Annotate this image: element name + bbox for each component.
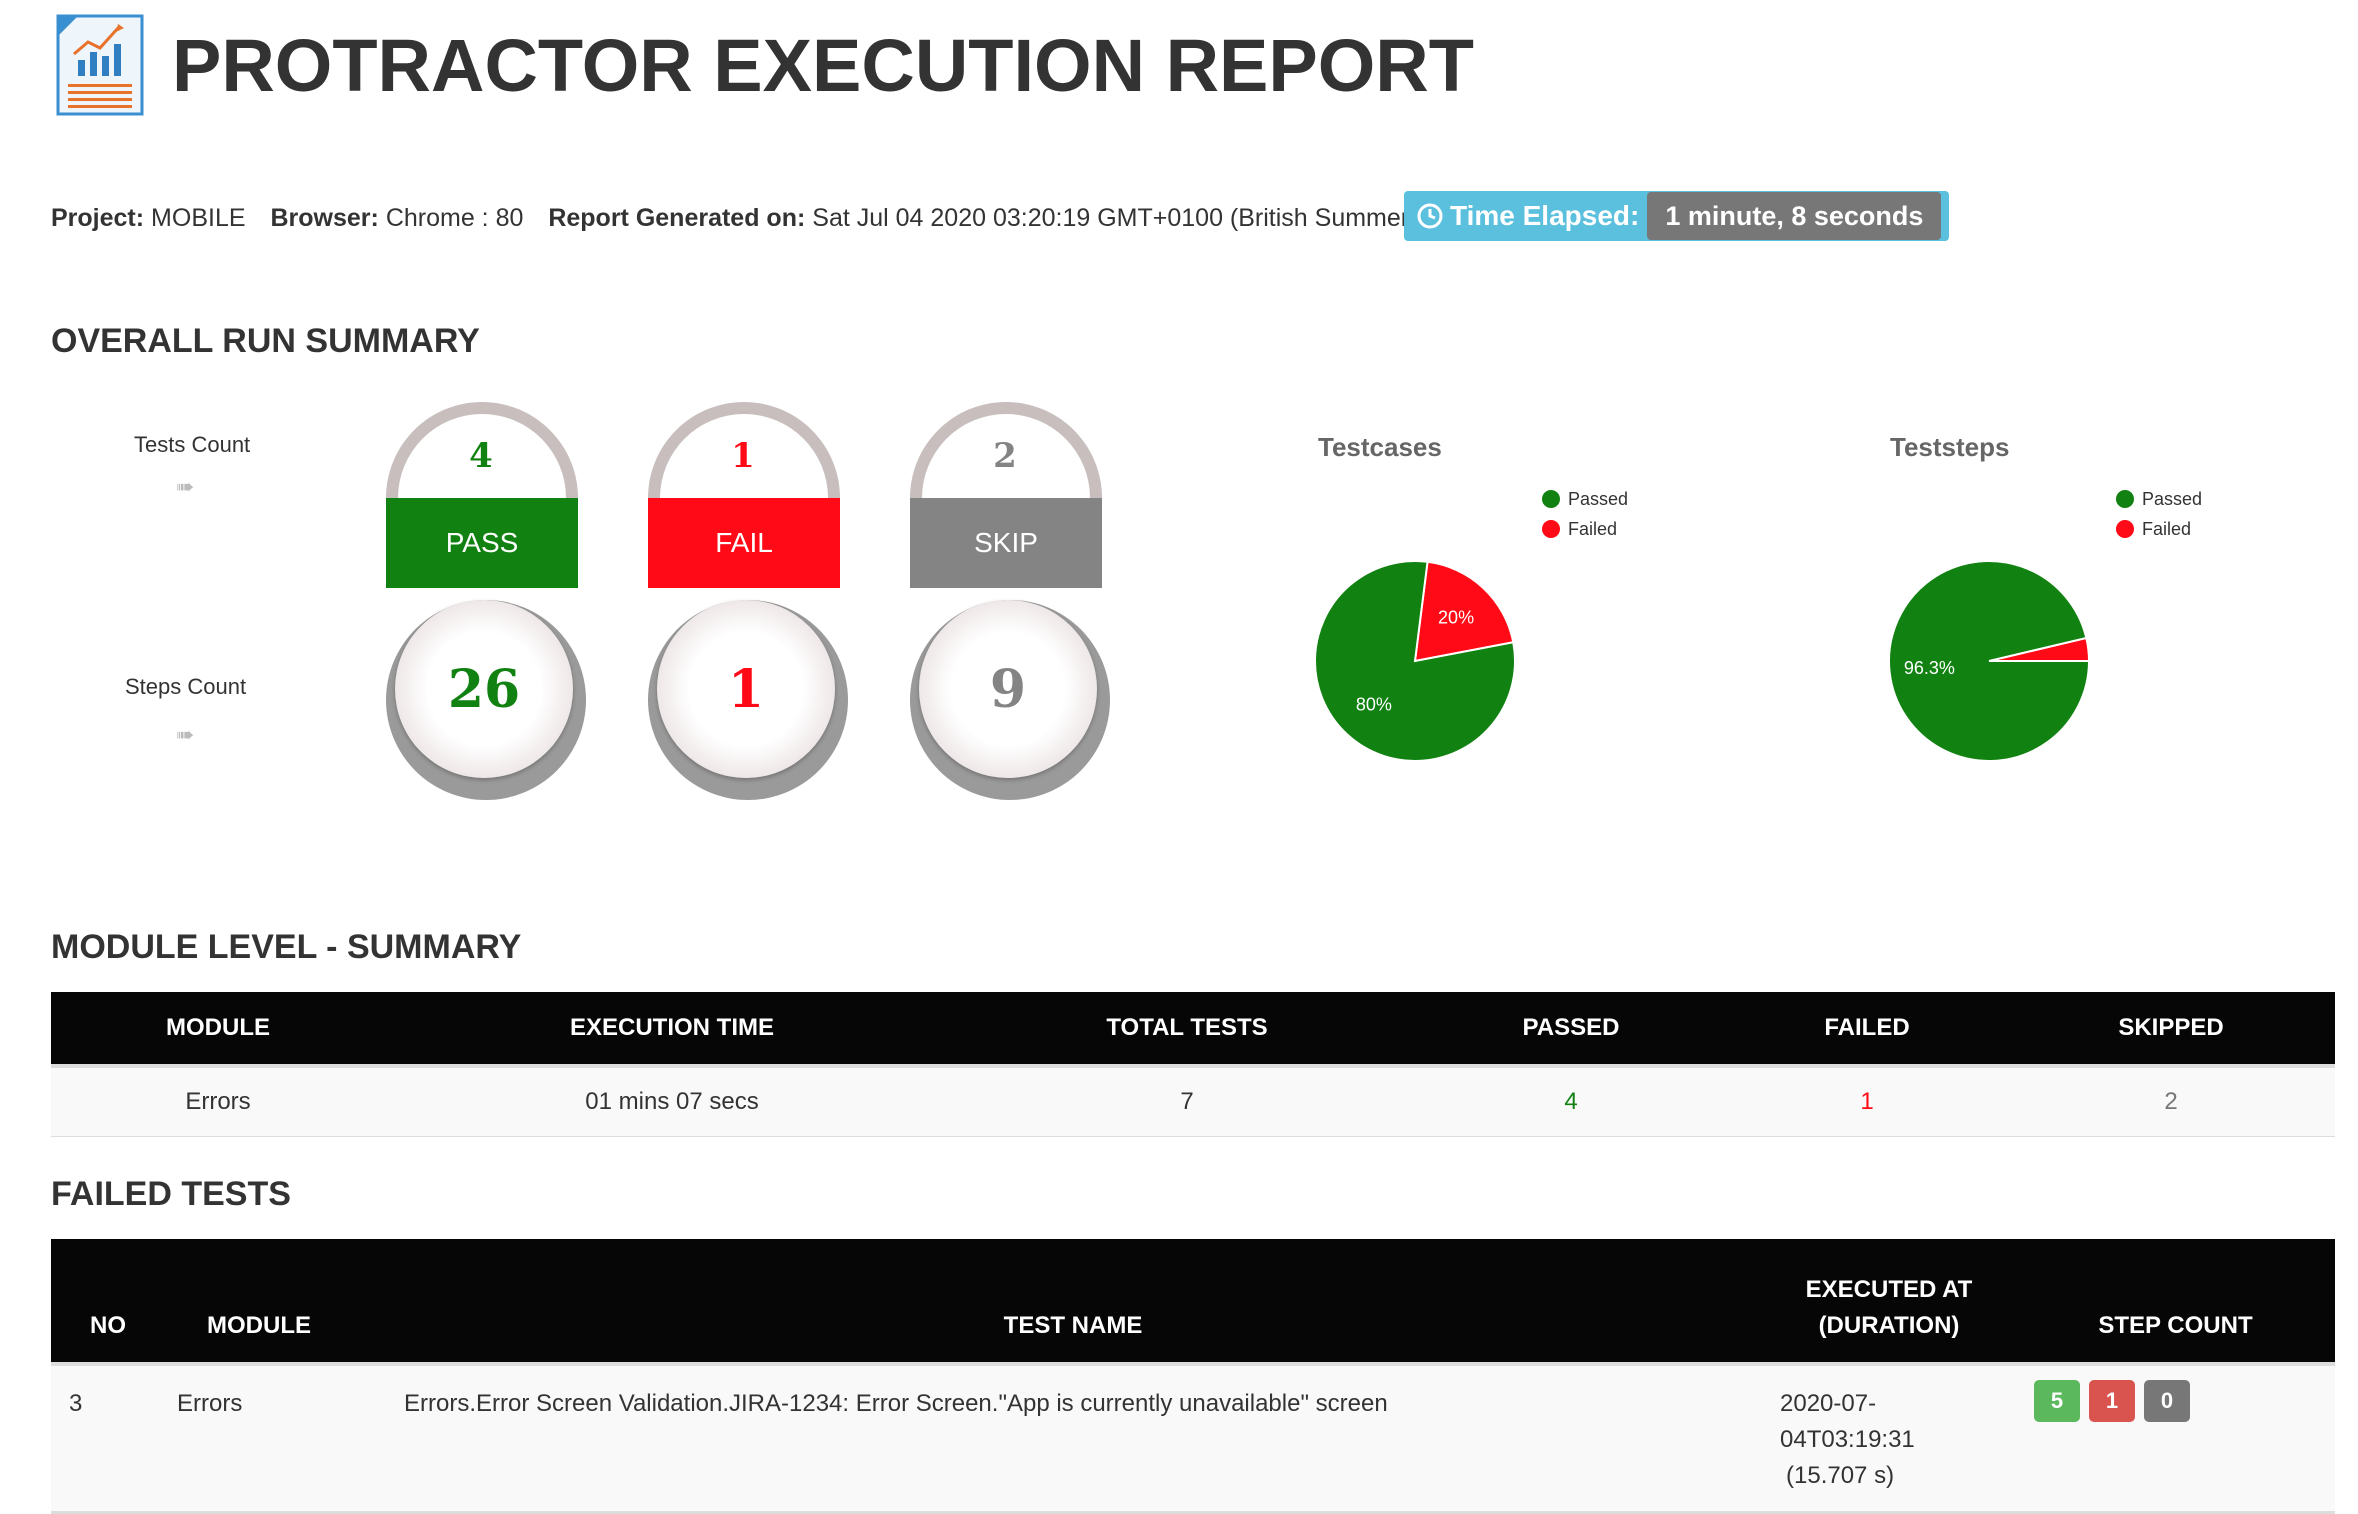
table-header-row: MODULE EXECUTION TIME TOTAL TESTS PASSED… (51, 992, 2335, 1066)
col-step-count: STEP COUNT (2016, 1239, 2335, 1364)
executed-at-cell: 2020-07- 04T03:19:31 (15.707 s) (1762, 1362, 2016, 1514)
steps-skipped-badge: 0 (2144, 1380, 2190, 1422)
fail-steps-count: 1 (657, 600, 835, 778)
page-title: PROTRACTOR EXECUTION REPORT (172, 24, 1474, 107)
browser-label: Browser: (270, 204, 379, 232)
pie-data-label: 96.3% (1904, 658, 1955, 678)
module-cell: Errors (51, 1064, 385, 1137)
col-executed-at: EXECUTED AT (DURATION) (1762, 1239, 2016, 1364)
failed-cell: 1 (1727, 1064, 2007, 1137)
report-chart-icon (54, 14, 146, 118)
col-module: MODULE (51, 992, 385, 1066)
legend-passed: Passed (1568, 488, 1629, 509)
testcases-chart-title: Testcases (1318, 432, 1442, 462)
teststeps-chart-title: Teststeps (1890, 432, 2010, 462)
testcases-pie-chart: 20% 80% (1314, 560, 1516, 762)
col-skipped: SKIPPED (2007, 992, 2335, 1066)
teststeps-pie-chart: 96.3% (1888, 560, 2091, 762)
executed-at-header-line1: EXECUTED AT (1805, 1276, 1973, 1303)
pass-steps-count: 26 (395, 600, 573, 778)
project-label: Project: (51, 204, 145, 232)
legend-passed: Passed (2142, 488, 2203, 509)
arrow-right-icon: ➠ (176, 474, 195, 499)
skipped-cell: 2 (2007, 1064, 2335, 1137)
skip-steps-count: 9 (919, 600, 1097, 778)
no-cell: 3 (51, 1362, 165, 1514)
testcases-legend: Passed Failed (1542, 484, 1628, 544)
step-count-cell: 510 (2016, 1362, 2335, 1514)
passed-cell: 4 (1415, 1064, 1727, 1137)
executed-duration: (15.707 s) (1786, 1462, 1895, 1489)
pass-label: PASS (386, 498, 578, 588)
steps-count-label: Steps Count (125, 674, 247, 699)
col-no: NO (51, 1239, 165, 1364)
col-passed: PASSED (1415, 992, 1727, 1066)
col-module: MODULE (165, 1239, 384, 1364)
failed-tests-title: FAILED TESTS (51, 1175, 291, 1213)
pass-tests-count: 4 (469, 436, 493, 476)
tests-count-label: Tests Count (134, 432, 251, 457)
module-summary-title: MODULE LEVEL - SUMMARY (51, 928, 522, 966)
pie-data-label: 20% (1438, 607, 1474, 627)
legend-failed: Failed (2142, 518, 2192, 539)
generated-label: Report Generated on: (548, 204, 806, 232)
col-failed: FAILED (1727, 992, 2007, 1066)
skip-label: SKIP (910, 498, 1102, 588)
time-elapsed-badge: Time Elapsed: 1 minute, 8 seconds (1404, 191, 1950, 241)
table-row[interactable]: 3 Errors Errors.Error Screen Validation.… (51, 1362, 2335, 1514)
arrow-right-icon: ➠ (176, 722, 195, 747)
elapsed-value: 1 minute, 8 seconds (1647, 192, 1942, 240)
generated-value: Sat Jul 04 2020 03:20:19 GMT+0100 (Briti… (812, 204, 1479, 232)
executed-at-header-line2: (DURATION) (1818, 1312, 1960, 1339)
fail-label: FAIL (648, 498, 840, 588)
table-header-row: NO MODULE TEST NAME EXECUTED AT (DURATIO… (51, 1239, 2335, 1364)
project-value: MOBILE (151, 204, 246, 232)
overall-summary-title: OVERALL RUN SUMMARY (51, 322, 480, 360)
teststeps-legend: Passed Failed (2116, 484, 2202, 544)
steps-failed-badge: 1 (2089, 1380, 2135, 1422)
fail-tests-count: 1 (731, 436, 755, 476)
executed-date: 2020-07- (1780, 1390, 1877, 1417)
test-name-cell[interactable]: Errors.Error Screen Validation.JIRA-1234… (384, 1362, 1762, 1514)
col-execution-time: EXECUTION TIME (385, 992, 959, 1066)
total-tests-cell: 7 (959, 1064, 1415, 1137)
col-test-name: TEST NAME (384, 1239, 1762, 1364)
table-row: Errors 01 mins 07 secs 7 4 1 2 (51, 1064, 2335, 1137)
legend-failed: Failed (1568, 518, 1618, 539)
steps-passed-badge: 5 (2034, 1380, 2080, 1422)
execution-time-cell: 01 mins 07 secs (385, 1064, 959, 1137)
skip-tests-count: 2 (993, 436, 1017, 476)
module-summary-table: MODULE EXECUTION TIME TOTAL TESTS PASSED… (51, 992, 2335, 1137)
clock-icon (1417, 203, 1443, 229)
executed-time: 04T03:19:31 (1780, 1426, 1915, 1453)
browser-value: Chrome : 80 (385, 204, 524, 232)
elapsed-label: Time Elapsed: (1450, 200, 1640, 231)
module-cell: Errors (165, 1362, 384, 1514)
failed-tests-table: NO MODULE TEST NAME EXECUTED AT (DURATIO… (51, 1239, 2335, 1514)
report-meta: Project: MOBILE Browser: Chrome : 80 Rep… (51, 198, 1479, 238)
col-total-tests: TOTAL TESTS (959, 992, 1415, 1066)
pie-data-label: 80% (1356, 695, 1392, 715)
